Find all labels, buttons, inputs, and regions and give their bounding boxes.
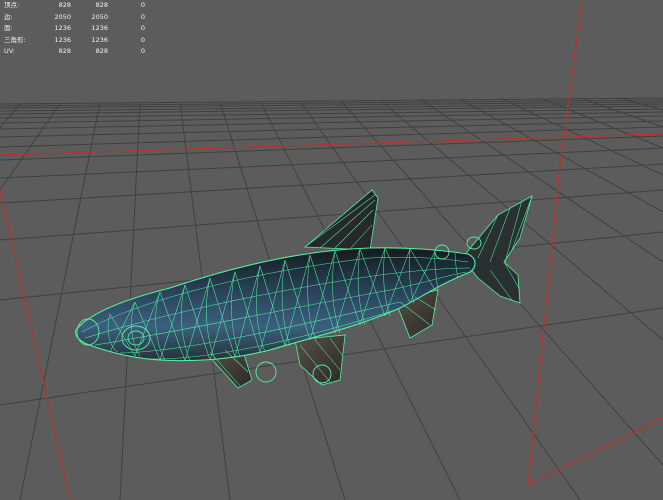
hud-value: 0 xyxy=(140,12,145,21)
hud-label: 顶点: xyxy=(4,1,20,9)
tail-fin[interactable] xyxy=(461,195,533,304)
hud-row-faces: 面: 1236 1236 0 xyxy=(4,23,154,35)
hud-value: 1236 xyxy=(54,35,71,44)
3d-viewport[interactable]: 顶点: 828 828 0 边: 2050 2050 0 面: 1236 123… xyxy=(0,0,663,500)
viewport-scene[interactable] xyxy=(0,0,663,500)
hud-label: 面: xyxy=(4,24,13,32)
hud-value: 1236 xyxy=(54,24,71,32)
hud-row-uvs: UV: 828 828 0 xyxy=(4,46,154,58)
hud-value: 828 xyxy=(95,1,108,9)
hud-value: 0 xyxy=(140,1,145,9)
hud-value: 2050 xyxy=(91,12,108,21)
hud-value: 1236 xyxy=(91,24,108,32)
hud-label: 边: xyxy=(4,12,13,21)
hud-value: 0 xyxy=(140,47,145,55)
hud-value: 828 xyxy=(95,47,108,55)
hud-value: 0 xyxy=(140,35,145,44)
hud-value: 0 xyxy=(140,24,145,32)
hud-value: 2050 xyxy=(54,12,71,21)
world-axis-lines xyxy=(0,0,663,500)
pelvic-fin[interactable] xyxy=(294,334,346,386)
hud-label: UV: xyxy=(4,47,15,55)
poly-count-hud: 顶点: 828 828 0 边: 2050 2050 0 面: 1236 123… xyxy=(4,0,154,58)
hud-row-edges: 边: 2050 2050 0 xyxy=(4,12,154,24)
hud-value: 1236 xyxy=(91,35,108,44)
hud-value: 828 xyxy=(58,1,71,9)
hud-row-triangles: 三角形: 1236 1236 0 xyxy=(4,35,154,47)
hud-label: 三角形: xyxy=(4,35,26,44)
fish-wireframe-model[interactable] xyxy=(75,189,533,389)
hud-value: 828 xyxy=(58,47,71,55)
hud-row-vertices: 顶点: 828 828 0 xyxy=(4,0,154,12)
